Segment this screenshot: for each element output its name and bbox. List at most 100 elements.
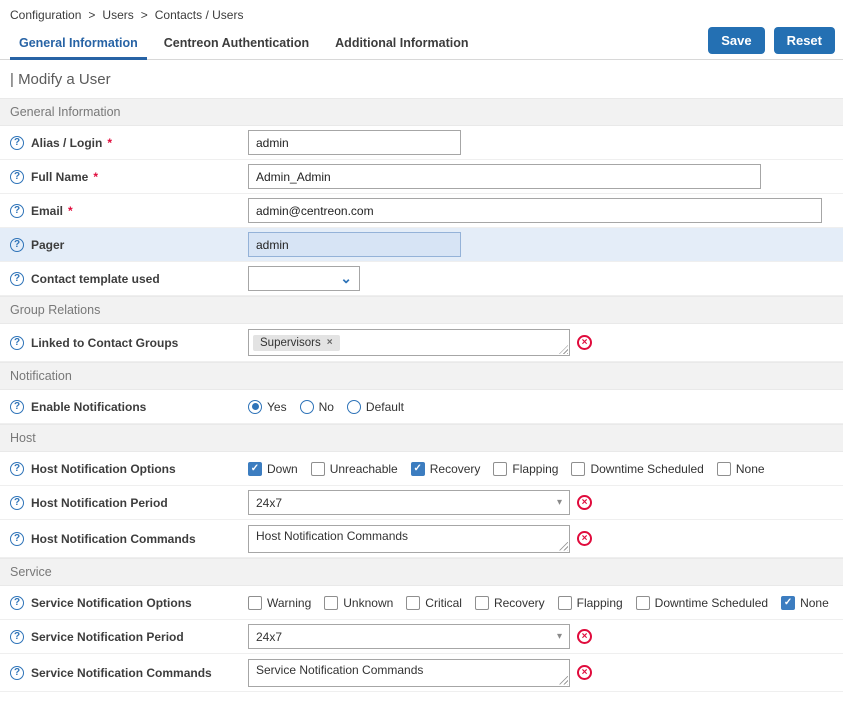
alias-input[interactable] xyxy=(248,130,461,155)
field-cell-service-period: 24x7 ▾ × xyxy=(248,624,592,649)
tag-remove-icon[interactable]: × xyxy=(327,338,333,348)
field-cell-full-name xyxy=(248,164,761,189)
service-commands-value: Service Notification Commands xyxy=(256,663,423,677)
clear-field-icon[interactable]: × xyxy=(577,531,592,546)
row-host-notification-period: ? Host Notification Period 24x7 ▾ × xyxy=(0,486,843,520)
checkbox[interactable]: ✓ xyxy=(558,596,572,610)
help-icon[interactable]: ? xyxy=(10,666,24,680)
enable-notifications-label: Enable Notifications xyxy=(31,400,146,414)
resize-grip-icon[interactable] xyxy=(559,542,568,551)
help-icon[interactable]: ? xyxy=(10,496,24,510)
radio-button[interactable] xyxy=(248,400,262,414)
checkbox-service-flapping[interactable]: ✓ Flapping xyxy=(558,596,623,610)
checkbox-service-warning[interactable]: ✓ Warning xyxy=(248,596,311,610)
contact-groups-multiselect[interactable]: Supervisors × xyxy=(248,329,570,356)
radio-no[interactable]: No xyxy=(300,400,334,414)
radio-label: Yes xyxy=(267,400,287,414)
checkbox-service-critical[interactable]: ✓ Critical xyxy=(406,596,462,610)
checkbox[interactable]: ✓ xyxy=(324,596,338,610)
chevron-down-icon: ▾ xyxy=(557,497,562,508)
checkbox-host-down[interactable]: ✓ Down xyxy=(248,462,298,476)
help-icon[interactable]: ? xyxy=(10,596,24,610)
checkbox[interactable]: ✓ xyxy=(636,596,650,610)
checkbox-label: Warning xyxy=(267,596,311,610)
checkbox[interactable]: ✓ xyxy=(406,596,420,610)
clear-field-icon[interactable]: × xyxy=(577,335,592,350)
label-cell-email: ? Email * xyxy=(10,204,248,218)
tab-general-information[interactable]: General Information xyxy=(6,29,151,59)
row-full-name: ? Full Name * xyxy=(0,160,843,194)
radio-button[interactable] xyxy=(347,400,361,414)
clear-field-icon[interactable]: × xyxy=(577,629,592,644)
contact-template-select[interactable]: ⌄ xyxy=(248,266,360,291)
pager-input[interactable] xyxy=(248,232,461,257)
row-host-notification-options: ? Host Notification Options ✓ Down ✓ Unr… xyxy=(0,452,843,486)
tab-additional-information[interactable]: Additional Information xyxy=(322,29,481,59)
label-cell-service-commands: ? Service Notification Commands xyxy=(10,666,248,680)
chevron-down-icon: ⌄ xyxy=(340,274,352,282)
checkbox-service-recovery[interactable]: ✓ Recovery xyxy=(475,596,545,610)
checkbox[interactable]: ✓ xyxy=(248,596,262,610)
checkbox-host-unreachable[interactable]: ✓ Unreachable xyxy=(311,462,398,476)
help-icon[interactable]: ? xyxy=(10,400,24,414)
host-commands-input[interactable]: Host Notification Commands xyxy=(248,525,570,553)
clear-field-icon[interactable]: × xyxy=(577,495,592,510)
breadcrumb-users[interactable]: Users xyxy=(102,8,133,22)
email-label: Email xyxy=(31,204,63,218)
help-icon[interactable]: ? xyxy=(10,272,24,286)
radio-yes[interactable]: Yes xyxy=(248,400,287,414)
row-contact-groups: ? Linked to Contact Groups Supervisors ×… xyxy=(0,324,843,362)
resize-grip-icon[interactable] xyxy=(559,345,568,354)
label-cell-full-name: ? Full Name * xyxy=(10,170,248,184)
checkbox[interactable]: ✓ xyxy=(493,462,507,476)
breadcrumb-configuration[interactable]: Configuration xyxy=(10,8,81,22)
checkbox[interactable]: ✓ xyxy=(311,462,325,476)
section-header-notification: Notification xyxy=(0,362,843,390)
checkbox-host-downtime-scheduled[interactable]: ✓ Downtime Scheduled xyxy=(571,462,703,476)
help-icon[interactable]: ? xyxy=(10,238,24,252)
checkbox[interactable]: ✓ xyxy=(475,596,489,610)
checkbox-host-flapping[interactable]: ✓ Flapping xyxy=(493,462,558,476)
reset-button[interactable]: Reset xyxy=(774,27,835,54)
email-input[interactable] xyxy=(248,198,822,223)
tab-centreon-authentication[interactable]: Centreon Authentication xyxy=(151,29,322,59)
radio-button[interactable] xyxy=(300,400,314,414)
section-header-general-information: General Information xyxy=(0,98,843,126)
service-commands-input[interactable]: Service Notification Commands xyxy=(248,659,570,687)
save-button[interactable]: Save xyxy=(708,27,764,54)
resize-grip-icon[interactable] xyxy=(559,676,568,685)
checkbox[interactable]: ✓ xyxy=(781,596,795,610)
help-icon[interactable]: ? xyxy=(10,170,24,184)
host-commands-value: Host Notification Commands xyxy=(256,529,408,543)
help-icon[interactable]: ? xyxy=(10,532,24,546)
checkbox-service-none[interactable]: ✓ None xyxy=(781,596,829,610)
row-contact-template: ? Contact template used ⌄ xyxy=(0,262,843,296)
checkbox[interactable]: ✓ xyxy=(248,462,262,476)
clear-field-icon[interactable]: × xyxy=(577,665,592,680)
chevron-down-icon: ▾ xyxy=(557,631,562,642)
help-icon[interactable]: ? xyxy=(10,204,24,218)
service-period-select[interactable]: 24x7 ▾ xyxy=(248,624,570,649)
help-icon[interactable]: ? xyxy=(10,462,24,476)
checkbox-service-downtime-scheduled[interactable]: ✓ Downtime Scheduled xyxy=(636,596,768,610)
checkbox-service-unknown[interactable]: ✓ Unknown xyxy=(324,596,393,610)
checkbox-label: None xyxy=(736,462,765,476)
required-asterisk: * xyxy=(107,136,112,150)
section-header-service: Service xyxy=(0,558,843,586)
checkbox[interactable]: ✓ xyxy=(717,462,731,476)
checkbox-host-recovery[interactable]: ✓ Recovery xyxy=(411,462,481,476)
help-icon[interactable]: ? xyxy=(10,336,24,350)
checkbox-label: Critical xyxy=(425,596,462,610)
label-cell-contact-groups: ? Linked to Contact Groups xyxy=(10,336,248,350)
help-icon[interactable]: ? xyxy=(10,630,24,644)
radio-label: No xyxy=(319,400,334,414)
checkbox[interactable]: ✓ xyxy=(411,462,425,476)
help-icon[interactable]: ? xyxy=(10,136,24,150)
full-name-input[interactable] xyxy=(248,164,761,189)
breadcrumb-contacts-users[interactable]: Contacts / Users xyxy=(155,8,244,22)
host-period-select[interactable]: 24x7 ▾ xyxy=(248,490,570,515)
check-icon: ✓ xyxy=(414,464,422,474)
checkbox[interactable]: ✓ xyxy=(571,462,585,476)
radio-default[interactable]: Default xyxy=(347,400,404,414)
checkbox-host-none[interactable]: ✓ None xyxy=(717,462,765,476)
